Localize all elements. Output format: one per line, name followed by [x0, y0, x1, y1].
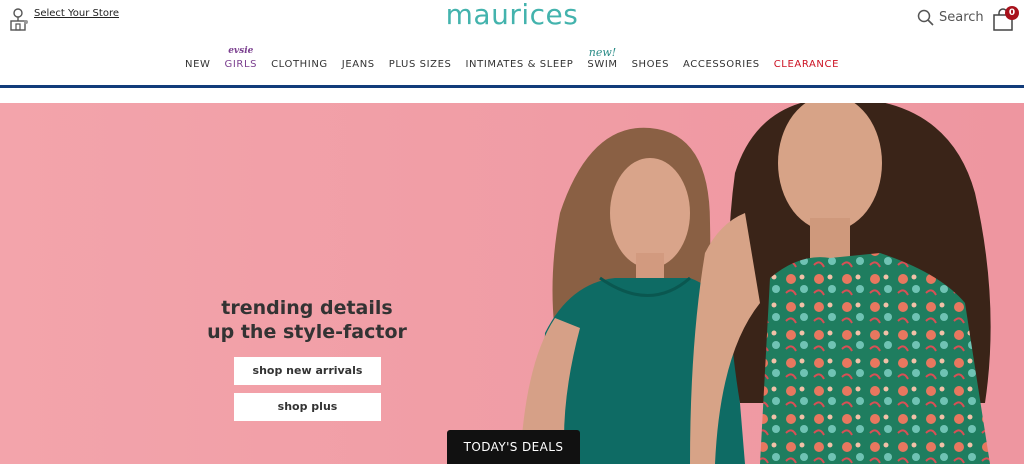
nav-item-accessories[interactable]: ACCESSORIES	[683, 59, 760, 70]
todays-deals-button[interactable]: TODAY'S DEALS	[447, 430, 580, 464]
hero-models-image	[0, 103, 1024, 464]
nav-item-jeans[interactable]: JEANS	[342, 59, 375, 70]
nav-item-intimates-sleep[interactable]: INTIMATES & SLEEP	[465, 59, 573, 70]
search-icon	[917, 9, 934, 26]
shop-new-arrivals-button[interactable]: shop new arrivals	[234, 357, 381, 385]
main-nav: NEW evsie GIRLS CLOTHING JEANS PLUS SIZE…	[0, 46, 1024, 70]
new-tag: new!	[588, 46, 617, 59]
search-label: Search	[939, 10, 984, 25]
nav-item-clothing[interactable]: CLOTHING	[271, 59, 328, 70]
header-divider	[0, 85, 1024, 88]
shopping-bag-button[interactable]: 0	[991, 6, 1021, 32]
site-header: Select Your Store maurices Search 0 NEW …	[0, 0, 1024, 88]
nav-item-swim[interactable]: new! SWIM	[587, 46, 617, 70]
hero-headline: trending details up the style-factor	[195, 296, 419, 344]
nav-item-clearance[interactable]: CLEARANCE	[774, 59, 839, 70]
hero-headline-line1: trending details	[221, 297, 393, 319]
nav-item-shoes[interactable]: SHOES	[632, 59, 669, 70]
shop-plus-button[interactable]: shop plus	[234, 393, 381, 421]
nav-item-new[interactable]: NEW	[185, 59, 211, 70]
brand-logo[interactable]: maurices	[0, 0, 1024, 31]
nav-item-plus-sizes[interactable]: PLUS SIZES	[389, 59, 452, 70]
search-button[interactable]: Search	[917, 9, 984, 26]
bag-count-badge: 0	[1005, 6, 1019, 20]
evsie-tag: evsie	[228, 46, 254, 56]
hero-banner[interactable]: trending details up the style-factor sho…	[0, 103, 1024, 464]
hero-headline-line2: up the style-factor	[207, 321, 407, 343]
nav-item-girls[interactable]: evsie GIRLS	[225, 46, 258, 70]
